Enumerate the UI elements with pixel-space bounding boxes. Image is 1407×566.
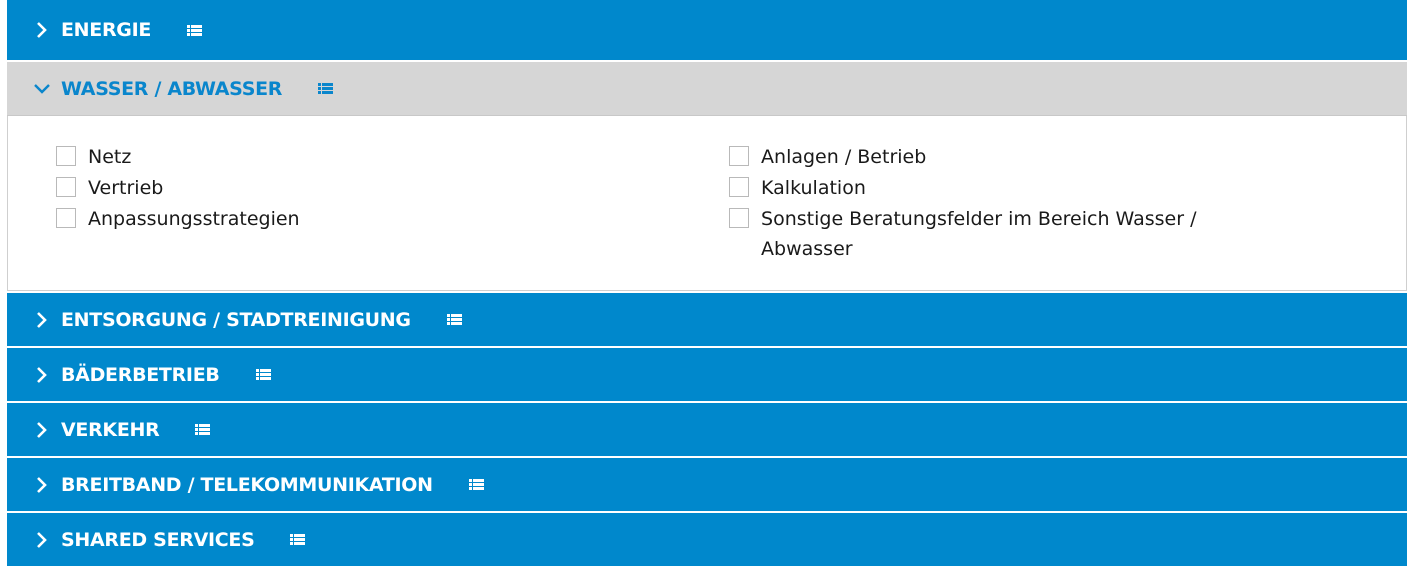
option-anlagen-betrieb[interactable]: Anlagen / Betrieb bbox=[729, 142, 1406, 173]
list-icon[interactable] bbox=[290, 534, 306, 545]
chevron-right-icon bbox=[37, 531, 47, 548]
list-icon[interactable] bbox=[255, 369, 271, 380]
list-icon[interactable] bbox=[446, 314, 462, 325]
section-header-breitband-telekommunikation[interactable]: BREITBAND / TELEKOMMUNIKATION bbox=[7, 456, 1407, 511]
section-header-baederbetrieb[interactable]: BÄDERBETRIEB bbox=[7, 346, 1407, 401]
checkbox[interactable] bbox=[56, 208, 76, 228]
option-sonstige-beratungsfelder[interactable]: Sonstige Beratungsfelder im Bereich Wass… bbox=[729, 204, 1406, 266]
option-anpassungsstrategien[interactable]: Anpassungsstrategien bbox=[56, 204, 687, 235]
checkbox[interactable] bbox=[729, 146, 750, 166]
chevron-down-icon bbox=[34, 83, 50, 94]
option-kalkulation[interactable]: Kalkulation bbox=[729, 173, 1406, 204]
option-label: Netz bbox=[88, 146, 132, 168]
section-header-verkehr[interactable]: VERKEHR bbox=[7, 401, 1407, 456]
options-right-column: Anlagen / Betrieb Kalkulation Sonstige B… bbox=[687, 142, 1406, 290]
list-icon[interactable] bbox=[318, 83, 334, 94]
chevron-right-icon bbox=[37, 476, 47, 493]
section-title: WASSER / ABWASSER bbox=[61, 77, 283, 100]
section-title: VERKEHR bbox=[61, 418, 160, 441]
section-title: ENTSORGUNG / STADTREINIGUNG bbox=[61, 308, 411, 331]
option-label: Anlagen / Betrieb bbox=[761, 146, 927, 168]
section-title: BÄDERBETRIEB bbox=[61, 363, 220, 386]
chevron-right-icon bbox=[37, 22, 47, 38]
option-netz[interactable]: Netz bbox=[56, 142, 687, 173]
list-icon[interactable] bbox=[187, 24, 203, 36]
category-accordion: ENERGIE WASSER / ABWASSER Netz Vertrieb … bbox=[7, 0, 1407, 566]
checkbox[interactable] bbox=[56, 177, 76, 197]
option-label: Anpassungsstrategien bbox=[88, 208, 300, 230]
section-title: SHARED SERVICES bbox=[61, 528, 255, 551]
options-left-column: Netz Vertrieb Anpassungsstrategien bbox=[8, 142, 687, 290]
checkbox[interactable] bbox=[56, 146, 76, 166]
section-title: ENERGIE bbox=[61, 19, 152, 41]
checkbox[interactable] bbox=[729, 177, 750, 197]
list-icon[interactable] bbox=[195, 424, 211, 435]
chevron-right-icon bbox=[37, 366, 47, 383]
section-header-entsorgung-stadtreinigung[interactable]: ENTSORGUNG / STADTREINIGUNG bbox=[7, 291, 1407, 346]
chevron-right-icon bbox=[37, 421, 47, 438]
option-label: Kalkulation bbox=[761, 177, 866, 199]
option-vertrieb[interactable]: Vertrieb bbox=[56, 173, 687, 204]
option-label: Sonstige Beratungsfelder im Bereich Wass… bbox=[761, 208, 1197, 260]
list-icon[interactable] bbox=[468, 479, 484, 490]
option-label: Vertrieb bbox=[88, 177, 164, 199]
section-header-energie[interactable]: ENERGIE bbox=[7, 0, 1407, 60]
checkbox[interactable] bbox=[729, 208, 750, 228]
section-header-shared-services[interactable]: SHARED SERVICES bbox=[7, 511, 1407, 566]
section-body-wasser-abwasser: Netz Vertrieb Anpassungsstrategien Anlag… bbox=[7, 116, 1407, 291]
section-header-wasser-abwasser[interactable]: WASSER / ABWASSER bbox=[7, 60, 1407, 116]
section-title: BREITBAND / TELEKOMMUNIKATION bbox=[61, 473, 433, 496]
chevron-right-icon bbox=[37, 311, 47, 328]
